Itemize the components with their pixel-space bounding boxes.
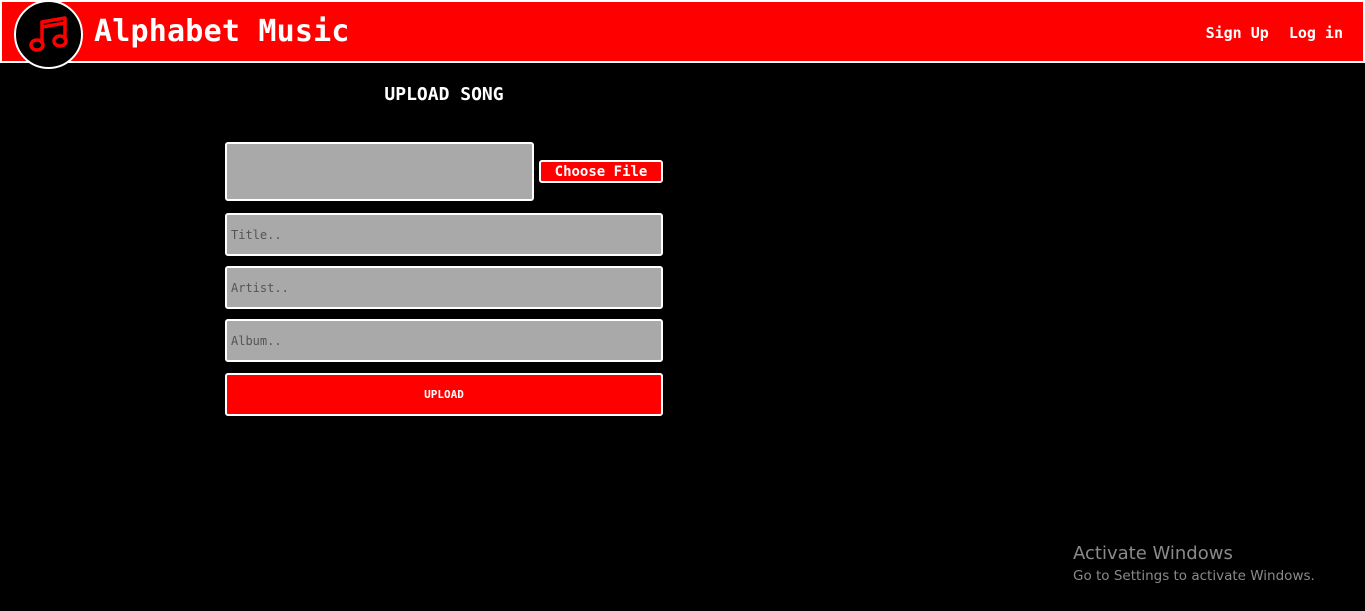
nav-links: Sign Up Log in bbox=[1206, 22, 1343, 44]
sign-up-link[interactable]: Sign Up bbox=[1206, 22, 1269, 44]
log-in-link[interactable]: Log in bbox=[1289, 22, 1343, 44]
title-input[interactable] bbox=[225, 213, 663, 256]
brand-title[interactable]: Alphabet Music bbox=[94, 14, 350, 50]
upload-button[interactable]: UPLOAD bbox=[225, 373, 663, 416]
page-title: UPLOAD SONG bbox=[384, 84, 504, 105]
file-name-display bbox=[225, 142, 534, 201]
logo[interactable] bbox=[14, 0, 83, 69]
activate-windows-watermark: Activate Windows Go to Settings to activ… bbox=[1073, 543, 1315, 586]
navbar: Alphabet Music Sign Up Log in bbox=[0, 0, 1365, 69]
artist-input[interactable] bbox=[225, 266, 663, 309]
music-note-icon bbox=[27, 13, 71, 57]
album-input[interactable] bbox=[225, 319, 663, 362]
page: Alphabet Music Sign Up Log in UPLOAD SON… bbox=[0, 0, 1365, 611]
watermark-subtitle: Go to Settings to activate Windows. bbox=[1073, 568, 1315, 584]
watermark-title: Activate Windows bbox=[1073, 543, 1233, 564]
choose-file-button[interactable]: Choose File bbox=[539, 160, 663, 183]
